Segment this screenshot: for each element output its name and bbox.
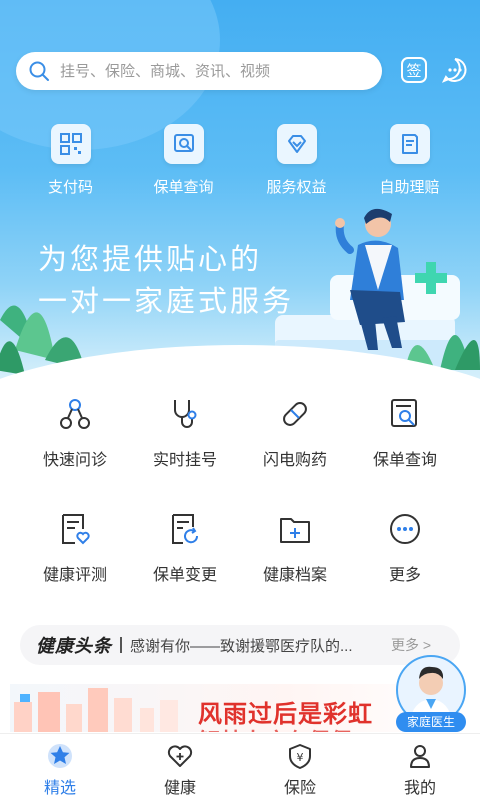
hero-slogan-line2: 一对一家庭式服务 — [38, 286, 295, 318]
tab-health[interactable]: 健康 — [120, 734, 240, 800]
star-icon — [48, 744, 72, 768]
service-health-record[interactable]: 健康档案 — [240, 511, 350, 626]
family-doctor-label: 家庭医生 — [396, 712, 466, 732]
svg-text:¥: ¥ — [297, 751, 304, 764]
claim-icon — [389, 124, 430, 164]
service-grid: 快速问诊 实时挂号 闪电购药 保单查询 健康评测 保单变更 健康档案 更多 — [0, 396, 480, 626]
sign-in-icon[interactable]: 签 — [400, 56, 428, 84]
quick-action-label: 支付码 — [47, 179, 93, 196]
service-label: 健康评测 — [42, 567, 107, 584]
banner-city-illustration — [14, 688, 178, 732]
quick-action-label: 保单查询 — [153, 179, 214, 196]
quick-action-pay-code[interactable]: 支付码 — [14, 124, 127, 197]
news-headline[interactable]: 感谢有你——致谢援鄂医疗队的... — [130, 635, 366, 656]
policy-change-icon — [172, 514, 199, 544]
health-news-logo: 健康头条 — [36, 636, 112, 656]
service-label: 快速问诊 — [42, 452, 107, 469]
message-icon[interactable] — [441, 56, 469, 84]
svg-text:签: 签 — [406, 62, 421, 80]
service-more[interactable]: 更多 — [350, 511, 460, 626]
service-label: 健康档案 — [262, 567, 327, 584]
service-label: 更多 — [388, 567, 421, 584]
qr-code-icon — [50, 124, 91, 164]
health-record-icon — [280, 518, 310, 543]
tab-label: 健康 — [163, 780, 196, 797]
health-news-bar[interactable]: 健康头条 感谢有你——致谢援鄂医疗队的... 更多 > — [20, 625, 460, 665]
stethoscope-icon — [174, 400, 197, 428]
quick-action-service-rights[interactable]: 服务权益 — [240, 124, 353, 197]
service-health-assessment[interactable]: 健康评测 — [20, 511, 130, 626]
service-label: 保单变更 — [152, 567, 217, 584]
search-input[interactable] — [60, 62, 360, 80]
user-icon — [410, 745, 430, 768]
quick-action-label: 服务权益 — [266, 179, 327, 196]
tab-featured[interactable]: 精选 — [0, 734, 120, 800]
quick-actions: 支付码 保单查询 服务权益 自助理赔 — [0, 124, 480, 197]
service-realtime-registration[interactable]: 实时挂号 — [130, 396, 240, 511]
bottom-tab-bar: 精选 健康 ¥ 保险 我的 — [0, 733, 480, 800]
service-label: 保单查询 — [372, 452, 437, 469]
service-quick-consult[interactable]: 快速问诊 — [20, 396, 130, 511]
consult-icon — [60, 399, 90, 429]
news-divider — [120, 637, 122, 653]
diamond-icon — [276, 124, 317, 164]
service-lightning-drug[interactable]: 闪电购药 — [240, 396, 350, 511]
policy-search-icon — [391, 399, 417, 427]
heart-icon — [167, 745, 193, 767]
health-assessment-icon — [62, 514, 90, 545]
search-bar[interactable] — [16, 52, 382, 90]
tab-mine[interactable]: 我的 — [360, 734, 480, 800]
tab-label: 我的 — [403, 780, 436, 797]
service-policy-change[interactable]: 保单变更 — [130, 511, 240, 626]
policy-search-icon — [163, 124, 204, 164]
quick-action-self-claim[interactable]: 自助理赔 — [353, 124, 466, 197]
banner-subtitle: 解禁大疫有保保 — [198, 724, 352, 732]
tab-insurance[interactable]: ¥ 保险 — [240, 734, 360, 800]
quick-action-policy-search[interactable]: 保单查询 — [127, 124, 240, 197]
tab-label: 保险 — [283, 780, 316, 797]
tab-label: 精选 — [43, 780, 76, 797]
quick-action-label: 自助理赔 — [379, 179, 440, 196]
hero-slogan-line1: 为您提供贴心的 — [38, 244, 263, 276]
pill-icon — [283, 402, 307, 426]
search-icon — [29, 61, 49, 81]
shield-icon: ¥ — [289, 744, 311, 769]
service-label: 闪电购药 — [262, 452, 327, 469]
service-label: 实时挂号 — [152, 452, 217, 469]
more-icon — [390, 514, 420, 544]
service-policy-search[interactable]: 保单查询 — [350, 396, 460, 511]
family-doctor-button[interactable]: 家庭医生 — [396, 655, 466, 733]
news-more-link[interactable]: 更多 > — [391, 635, 431, 655]
